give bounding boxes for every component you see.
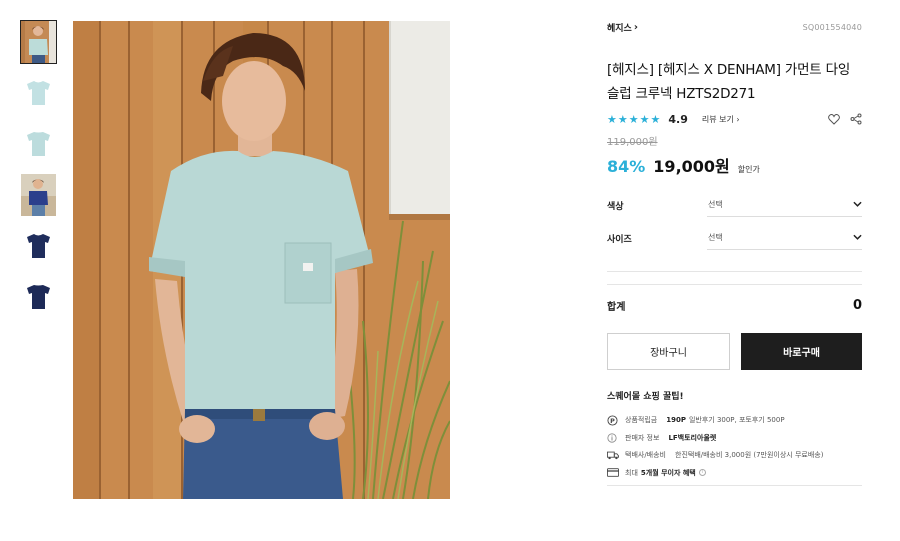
tip-seller-label: 판매자 정보	[625, 433, 660, 442]
share-icon[interactable]	[849, 113, 862, 126]
product-title: [헤지스] [헤지스 X DENHAM] 가먼트 다잉 슬럽 크루넥 HZTS2…	[607, 62, 851, 102]
thumbnail-mint-tee-back[interactable]	[21, 123, 56, 165]
discount-rate: 84%	[607, 157, 646, 176]
points-p-icon: P	[607, 414, 621, 426]
star-icon: ★	[650, 112, 661, 126]
review-link[interactable]: 리뷰 보기 ›	[702, 114, 740, 125]
buy-now-label: 바로구매	[783, 348, 820, 359]
shopping-tips-list: P 상품적립금 190P 일반후기 300P, 포토후기 500P 판매자 정보…	[607, 414, 862, 479]
thumbnail-model-navy[interactable]	[21, 174, 56, 216]
shopping-tips-title: 스퀘어몰 쇼핑 꿀팁!	[607, 392, 684, 402]
total-value: 0	[852, 297, 862, 313]
color-select-value: 선택	[708, 200, 723, 209]
thumbnail-mint-tee-front[interactable]	[21, 72, 56, 114]
brand-link[interactable]: 헤지스 ›	[607, 21, 638, 34]
tip-points-label: 상품적립금	[625, 416, 658, 424]
info-icon[interactable]: i	[698, 469, 706, 476]
rating-stars: ★ ★ ★ ★ ★	[607, 114, 660, 125]
tip-installment-value: 5개월 무이자 혜택	[640, 468, 696, 477]
tip-points: P 상품적립금 190P 일반후기 300P, 포토후기 500P	[607, 414, 862, 426]
buy-now-button[interactable]: 바로구매	[741, 333, 862, 370]
add-to-cart-button[interactable]: 장바구니	[607, 333, 730, 370]
thumbnail-list	[20, 20, 57, 327]
rating-value: 4.9	[668, 112, 688, 126]
option-color-label: 색상	[607, 201, 624, 212]
divider	[607, 271, 862, 272]
product-sku: SQ001554040	[802, 22, 862, 32]
size-select[interactable]: 선택	[707, 226, 862, 250]
tip-points-value: 190P	[666, 416, 686, 424]
svg-text:P: P	[610, 416, 615, 424]
thumbnail-navy-tee-back[interactable]	[21, 276, 56, 318]
total-row: 합계 0	[607, 293, 862, 317]
star-icon: ★	[628, 112, 639, 126]
tip-points-detail: 일반후기 300P, 포토후기 500P	[688, 416, 785, 424]
option-color-row: 색상 선택	[607, 193, 862, 217]
chevron-right-icon: ›	[633, 21, 638, 33]
sale-price: 19,000원	[653, 157, 730, 176]
tip-installment-prefix: 최대	[625, 468, 638, 477]
size-select-value: 선택	[708, 233, 723, 242]
tip-shipping-label: 택배사/배송비	[625, 451, 666, 459]
tip-installment: 최대 5개월 무이자 혜택 i	[607, 467, 862, 479]
add-to-cart-label: 장바구니	[650, 348, 687, 359]
price-row: 84% 19,000원 할인가	[607, 153, 862, 177]
heart-icon[interactable]	[827, 113, 840, 126]
tip-shipping-detail: 한진택배/배송비 3,000원 (7만원이상시 무료배송)	[675, 451, 824, 459]
info-icon	[607, 432, 621, 444]
card-icon	[607, 467, 621, 479]
total-label: 합계	[607, 301, 626, 313]
option-size-row: 사이즈 선택	[607, 226, 862, 250]
divider	[607, 284, 862, 285]
option-size-label: 사이즈	[607, 234, 632, 245]
chevron-down-icon	[853, 233, 862, 243]
tip-seller-value: LF백토리아울렛	[668, 433, 717, 442]
truck-icon	[607, 449, 621, 461]
tip-seller: 판매자 정보 LF백토리아울렛	[607, 432, 862, 444]
color-select[interactable]: 선택	[707, 193, 862, 217]
original-price: 119,000원	[607, 137, 658, 148]
main-product-image	[73, 21, 450, 499]
thumbnail-model-mint[interactable]	[20, 20, 57, 64]
brand-name: 헤지스	[607, 23, 632, 34]
tip-shipping: 택배사/배송비 한진택배/배송비 3,000원 (7만원이상시 무료배송)	[607, 449, 862, 461]
divider	[607, 484, 862, 486]
review-link-label: 리뷰 보기	[701, 114, 734, 124]
star-icon: ★	[617, 112, 628, 126]
star-icon: ★	[639, 112, 650, 126]
star-icon: ★	[607, 112, 617, 126]
purchase-buttons: 장바구니 바로구매	[607, 333, 862, 370]
price-note: 할인가	[737, 165, 760, 174]
thumbnail-navy-tee-front[interactable]	[21, 225, 56, 267]
product-info-panel: 헤지스 › SQ001554040 [헤지스] [헤지스 X DENHAM] 가…	[607, 18, 862, 486]
chevron-down-icon	[853, 200, 862, 210]
rating-row: ★ ★ ★ ★ ★ 4.9 리뷰 보기 ›	[607, 111, 862, 127]
